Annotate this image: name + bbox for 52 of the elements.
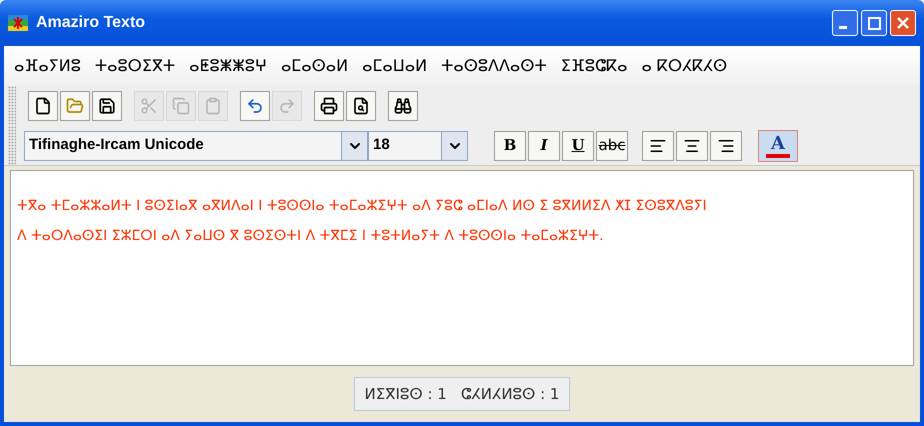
align-center-button[interactable] xyxy=(676,130,708,160)
font-size: 18 xyxy=(372,135,391,156)
folder-icon xyxy=(66,97,84,115)
save-button[interactable] xyxy=(92,91,122,121)
editor-text: ⵜⴳⴰ ⵜⵎⴰⵣⵣⴰⵍⵜ ⵏ ⵓⵙⵉⵏⴰⴳ ⴰⴳⵍⴷⴰⵏ ⵏ ⵜⵓⵙⵙⵏⴰ ⵜⴰⵎⴰⵣⵉⵖⵜ ⴰⴷ ⵢⵓⵛ ⴰⵎⵏⴰⴷ ⵍⵙ ⵉ ⵓⴳⵍⵍⵉⴷ ⵅⵊ ⵉⵙⵓⴳⴷⵓⵢⵏ ⴷ ⵜⴰⵔⴷⴰⵙⵉⵏ ⵉⵣⵎⵔⵏ ⴰⴷ ⵢⴰⵡⵙ ⴳ ⵓⵙⵉⵙⵜⵏ ⴷ ⵜⴳⵎⵉ ⵏ ⵜⵓⵜⵍⴰⵢⵜ ⴷ ⵜⵓⵙⵙⵏⴰ ⵜⴰⵎⴰⵣⵉⵖⵜ. xyxy=(17,197,708,246)
undo-icon xyxy=(246,97,264,115)
undo-button[interactable] xyxy=(240,91,270,121)
menu-item[interactable]: ⴰⴼⴰⵢⵍⵓ xyxy=(14,54,81,78)
page-magnifier-icon xyxy=(352,97,370,115)
clipboard-icon xyxy=(204,97,222,115)
font-color-button[interactable]: A xyxy=(758,130,798,162)
toolbar-grip[interactable] xyxy=(8,126,16,165)
binoculars-icon xyxy=(394,97,412,115)
text-editor[interactable]: ⵜⴳⴰ ⵜⵎⴰⵣⵣⴰⵍⵜ ⵏ ⵓⵙⵉⵏⴰⴳ ⴰⴳⵍⴷⴰⵏ ⵏ ⵜⵓⵙⵙⵏⴰ ⵜⴰⵎⴰⵣⵉⵖⵜ ⴰⴷ ⵢⵓⵛ ⴰⵎⵏⴰⴷ ⵍⵙ ⵉ ⵓⴳⵍⵍⵉⴷ ⵅⵊ ⵉⵙⵓⴳⴷⵓⵢⵏ ⴷ ⵜⴰⵔⴷⴰⵙⵉⵏ ⵉⵣⵎⵔⵏ ⴰⴷ ⵢⴰⵡⵙ ⴳ ⵓⵙⵉⵙⵜⵏ ⴷ ⵜⴳⵎⵉ ⵏ ⵜⵓⵜⵍⴰⵢⵜ ⴷ ⵜⵓⵙⵙⵏⴰ ⵜⴰⵎⴰⵣⵉⵖⵜ. xyxy=(10,170,914,366)
new-button[interactable] xyxy=(28,91,58,121)
dropdown-arrow-button[interactable] xyxy=(341,132,367,160)
preview-button[interactable] xyxy=(346,91,376,121)
bold-button[interactable]: B xyxy=(494,130,526,160)
minimize-icon xyxy=(839,26,847,28)
menu-item[interactable]: ⴰ ⴽⵔⵃⴽⵃⵙ xyxy=(641,54,728,78)
dropdown-arrow-button[interactable] xyxy=(441,132,467,160)
underline-button[interactable]: U xyxy=(562,130,594,160)
find-button[interactable] xyxy=(388,91,418,121)
print-button[interactable] xyxy=(314,91,344,121)
align-left-button[interactable] xyxy=(642,130,674,160)
menu-item[interactable]: ⴰⵟⵓⵥⵥⵓⵖ xyxy=(189,54,267,78)
close-icon xyxy=(897,17,909,29)
italic-button[interactable]: I xyxy=(528,130,560,160)
toolbar-grip[interactable] xyxy=(8,86,16,126)
printer-icon xyxy=(320,97,338,115)
column-indicator: ⵛⵃⵍⵃⵍⵓⵙ : 1 xyxy=(460,384,560,405)
copy-icon xyxy=(172,97,190,115)
line-indicator: ⵍⵉⴳⵏⵓⵙ : 1 xyxy=(364,384,447,405)
scissors-icon xyxy=(140,97,158,115)
minimize-button[interactable] xyxy=(832,10,858,36)
menu-item[interactable]: ⵜⴰⵓⵔⵉⴳⵜ xyxy=(94,54,176,78)
page-icon xyxy=(34,97,52,115)
maximize-icon xyxy=(868,16,880,30)
app-icon xyxy=(8,15,28,31)
font-name: Tifinaghe-Ircam Unicode xyxy=(28,135,205,156)
strike-button[interactable]: abc xyxy=(596,130,628,160)
maximize-button[interactable] xyxy=(861,10,887,36)
window-title: Amaziro Texto xyxy=(36,13,146,33)
menu-item[interactable]: ⵜⴰⵙⵓⴷⴷⴰⵙⵜ xyxy=(441,54,547,78)
size-dropdown[interactable]: 18 xyxy=(368,130,468,160)
menu-item[interactable]: ⴰⵎⴰⵡⴰⵍ xyxy=(362,54,428,78)
menu-item[interactable]: ⴰⵎⴰⵙⴰⵍ xyxy=(280,54,348,78)
menu-item[interactable]: ⵉⴼⵓⵛⴽⴰ xyxy=(560,54,628,78)
redo-icon xyxy=(278,97,296,115)
font-dropdown[interactable]: Tifinaghe-Ircam Unicode xyxy=(24,130,368,160)
close-button[interactable] xyxy=(890,10,916,36)
align-right-button[interactable] xyxy=(710,130,742,160)
